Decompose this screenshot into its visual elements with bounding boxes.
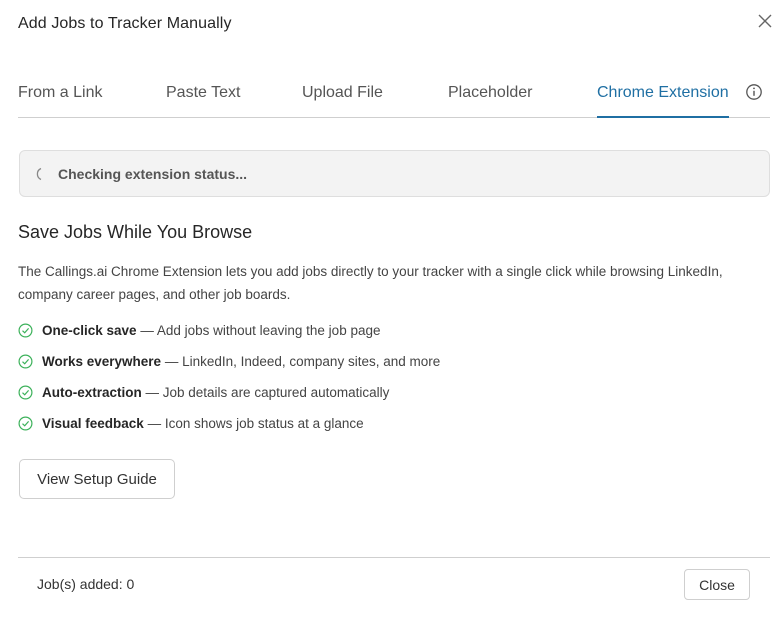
status-text: Checking extension status... — [58, 166, 248, 182]
dialog-title: Add Jobs to Tracker Manually — [18, 15, 232, 32]
tab-paste-text[interactable]: Paste Text — [166, 83, 240, 117]
feature-detail: — Add jobs without leaving the job page — [136, 323, 381, 338]
tab-chrome-extension[interactable]: Chrome Extension — [597, 83, 729, 118]
tab-bar: From a Link Paste Text Upload File Place… — [18, 83, 770, 118]
tab-placeholder[interactable]: Placeholder — [448, 83, 533, 117]
spinner-icon — [36, 167, 50, 181]
feature-detail: — Job details are captured automatically — [141, 385, 390, 400]
list-item: Visual feedback — Icon shows job status … — [18, 415, 758, 446]
feature-name: One-click save — [42, 323, 137, 338]
section-title: Save Jobs While You Browse — [18, 222, 253, 242]
feature-list: One-click save — Add jobs without leavin… — [18, 322, 758, 446]
add-jobs-dialog: Add Jobs to Tracker Manually From a Link… — [0, 0, 782, 621]
feature-name: Works everywhere — [42, 354, 162, 369]
check-circle-icon — [18, 385, 33, 400]
list-item: Works everywhere — LinkedIn, Indeed, com… — [18, 353, 758, 384]
section-description: The Callings.ai Chrome Extension lets yo… — [18, 264, 723, 302]
close-button[interactable]: Close — [684, 569, 750, 600]
feature-name: Auto-extraction — [42, 385, 142, 400]
list-item: One-click save — Add jobs without leavin… — [18, 322, 758, 353]
view-setup-guide-button[interactable]: View Setup Guide — [19, 459, 175, 499]
list-item: Auto-extraction — Job details are captur… — [18, 384, 758, 415]
check-circle-icon — [18, 416, 33, 431]
jobs-added-count: Job(s) added: 0 — [37, 576, 135, 592]
feature-name: Visual feedback — [42, 416, 144, 431]
feature-detail: — Icon shows job status at a glance — [143, 416, 364, 431]
extension-status-box: Checking extension status... — [19, 150, 770, 197]
tab-from-link[interactable]: From a Link — [18, 83, 102, 117]
footer-divider — [18, 557, 770, 558]
close-icon[interactable] — [756, 12, 774, 30]
feature-detail: — LinkedIn, Indeed, company sites, and m… — [161, 354, 441, 369]
check-circle-icon — [18, 354, 33, 369]
info-icon[interactable] — [745, 83, 763, 101]
tab-upload-file[interactable]: Upload File — [302, 83, 383, 117]
check-circle-icon — [18, 323, 33, 338]
